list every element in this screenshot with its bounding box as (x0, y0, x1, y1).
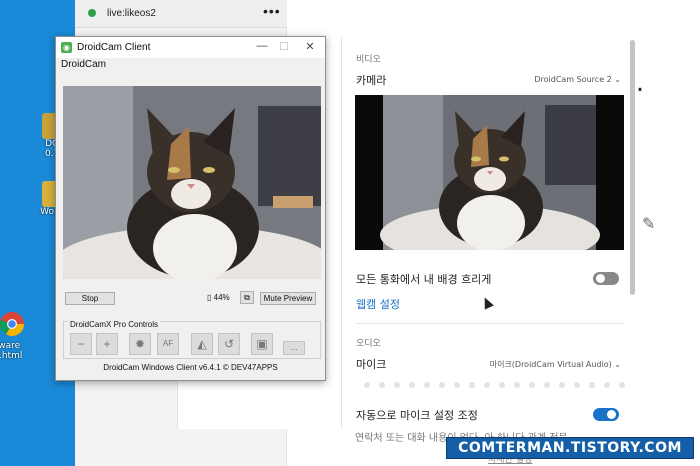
auto-mic-adjust-toggle[interactable] (593, 408, 619, 421)
microphone-label: 마이크 (356, 358, 387, 371)
pro-controls-label: DroidCamX Pro Controls (68, 320, 161, 329)
video-section-title: 비디오 (356, 55, 381, 65)
microphone-level-meter (364, 382, 625, 388)
more-icon[interactable]: ... (283, 341, 305, 355)
chevron-down-icon: ⌄ (614, 360, 621, 369)
close-icon[interactable]: ✕ (303, 40, 317, 53)
more-options-icon[interactable]: ••• (263, 3, 281, 19)
battery-icon: ▯ (207, 293, 212, 302)
rotate-icon[interactable]: ↺ (218, 333, 240, 355)
droidcam-titlebar[interactable]: ◉ DroidCam Client — ☐ ✕ (56, 37, 325, 58)
status-online-icon (88, 9, 96, 17)
microphone-select-value: 마이크(DroidCam Virtual Audio) (489, 360, 612, 369)
chevron-down-icon: ⌄ (614, 75, 621, 84)
cat-preview-image (355, 95, 624, 250)
flip-icon[interactable]: ◭ (191, 333, 213, 355)
desktop-icon-chrome[interactable]: iware o.html (0, 311, 28, 361)
toggle-knob (596, 274, 605, 283)
toggle-knob (607, 410, 616, 419)
settings-scrollbar[interactable] (630, 40, 635, 295)
droidcam-app-icon: ◉ (61, 42, 72, 53)
droidcam-video-feed (63, 86, 321, 279)
microphone-select[interactable]: 마이크(DroidCam Virtual Audio) ⌄ (490, 359, 621, 370)
zoom-out-icon[interactable]: − (70, 333, 92, 355)
section-divider (356, 323, 624, 324)
chrome-icon (0, 312, 24, 337)
screenshot-icon[interactable]: ▣ (251, 333, 273, 355)
desktop-icon-label: o.html (0, 351, 23, 361)
droidcam-window-title: DroidCam Client (77, 42, 151, 53)
autofocus-icon[interactable]: AF (157, 333, 179, 355)
cat-video-image (63, 86, 321, 279)
profile-bar[interactable]: live:likeos2 ••• (75, 0, 287, 28)
background-blur-toggle[interactable] (593, 272, 619, 285)
settings-panel: 비디오 카메라 DroidCam Source 2 ⌄ 모든 통화에서 내 배경… (341, 38, 637, 429)
desktop-icon-label: iware (0, 341, 21, 351)
webcam-settings-link[interactable]: 웹캠 설정 (356, 296, 400, 312)
edit-icon[interactable]: ✎ (642, 214, 655, 233)
brightness-icon[interactable]: ✹ (129, 333, 151, 355)
camera-label: 카메라 (356, 74, 387, 87)
camera-preview (355, 95, 624, 250)
maximize-icon[interactable]: ☐ (277, 40, 291, 53)
camera-select[interactable]: DroidCam Source 2 ⌄ (534, 75, 621, 84)
minimize-icon[interactable]: — (255, 40, 269, 52)
watermark: COMTERMAN.TISTORY.COM (446, 437, 694, 459)
droidcam-footer: DroidCam Windows Client v6.4.1 © DEV47AP… (103, 363, 278, 372)
battery-indicator: ▯ 44% (207, 293, 230, 302)
profile-username: live:likeos2 (107, 8, 156, 19)
droidcam-menu[interactable]: DroidCam (61, 59, 106, 70)
audio-section-title: 오디오 (356, 339, 381, 349)
droidcam-window: ◉ DroidCam Client — ☐ ✕ DroidCam Stop ▯ … (55, 36, 326, 381)
battery-level: 44% (213, 293, 230, 302)
auto-mic-adjust-label: 자동으로 마이크 설정 조정 (356, 409, 478, 422)
fullscreen-button[interactable]: ⧉ (240, 291, 254, 304)
camera-select-value: DroidCam Source 2 (534, 75, 612, 84)
background-blur-label: 모든 통화에서 내 배경 흐리게 (356, 273, 492, 286)
mute-preview-button[interactable]: Mute Preview (260, 292, 316, 305)
zoom-in-icon[interactable]: + (96, 333, 118, 355)
stop-button[interactable]: Stop (65, 292, 115, 305)
